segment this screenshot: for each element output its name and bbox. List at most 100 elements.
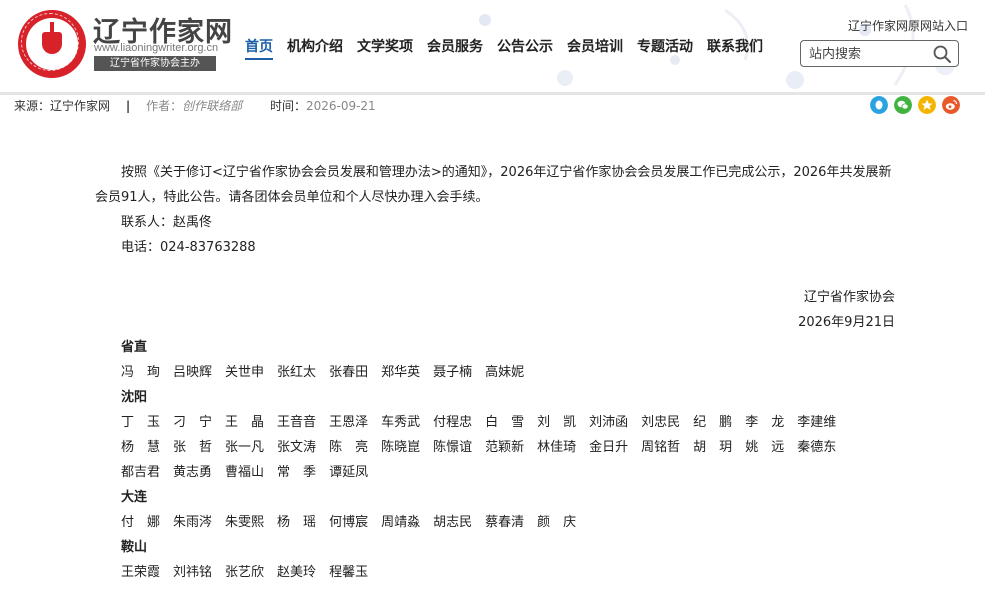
member-name: 聂子楠 xyxy=(433,365,473,380)
member-name: 刘 凯 xyxy=(537,415,577,430)
member-name: 张一凡 xyxy=(225,440,265,455)
member-name: 王音音 xyxy=(277,415,317,430)
member-name: 黄志勇 xyxy=(173,465,213,480)
author-value: 创作联络部 xyxy=(182,99,243,113)
member-name: 杨 瑶 xyxy=(277,515,317,530)
member-name: 张春田 xyxy=(329,365,369,380)
sponsor-badge: 辽宁省作家协会主办 xyxy=(94,56,216,71)
member-name: 张文涛 xyxy=(277,440,317,455)
time-value: 2026-09-21 xyxy=(305,99,376,113)
wechat-share-icon[interactable] xyxy=(894,96,912,114)
qzone-share-icon[interactable] xyxy=(918,96,936,114)
member-name: 赵美玲 xyxy=(277,565,317,580)
nav-item-awards[interactable]: 文学奖项 xyxy=(357,36,413,60)
member-name: 王荣霞 xyxy=(121,565,161,580)
member-name: 朱雯熙 xyxy=(225,515,265,530)
member-name: 杨 慧 xyxy=(121,440,161,455)
member-name: 朱雨涔 xyxy=(173,515,213,530)
member-name: 郑华英 xyxy=(381,365,421,380)
member-name: 秦德东 xyxy=(797,440,837,455)
signature-date: 2026年9月21日 xyxy=(798,315,895,330)
member-name: 常 季 xyxy=(277,465,317,480)
member-name: 纪 鹏 xyxy=(693,415,733,430)
member-name: 周靖淼 xyxy=(381,515,421,530)
member-name: 刘祎铭 xyxy=(173,565,213,580)
member-name: 胡 玥 xyxy=(693,440,733,455)
meta-separator: | xyxy=(125,99,131,113)
member-name: 张 哲 xyxy=(173,440,213,455)
nav-item-about[interactable]: 机构介绍 xyxy=(287,36,343,60)
member-name: 刁 宁 xyxy=(173,415,213,430)
member-names: 付 娜朱雨涔 朱雯熙杨 瑶何博宸 周靖淼 胡志民 蔡春清颜 庆 xyxy=(95,510,895,535)
member-name: 金日升 xyxy=(589,440,629,455)
nav-item-home[interactable]: 首页 xyxy=(245,36,273,60)
member-name: 李建维 xyxy=(797,415,837,430)
member-name: 付程忠 xyxy=(433,415,473,430)
member-name: 付 娜 xyxy=(121,515,161,530)
search-input[interactable] xyxy=(809,45,927,63)
contact-phone: 电话：024-83763288 xyxy=(121,240,256,255)
time-label: 时间： xyxy=(269,99,306,113)
member-name: 刘忠民 xyxy=(641,415,681,430)
member-name: 蔡春清 xyxy=(485,515,525,530)
member-name: 范颖新 xyxy=(485,440,525,455)
region-heading: 省直 xyxy=(121,340,148,355)
region-heading: 大连 xyxy=(121,490,148,505)
member-name: 谭延凤 xyxy=(329,465,369,480)
member-name: 李 龙 xyxy=(745,415,785,430)
member-name: 姚 远 xyxy=(745,440,785,455)
old-site-link[interactable]: 辽宁作家网原网站入口 xyxy=(848,17,968,34)
main-nav: 首页 机构介绍 文学奖项 会员服务 公告公示 会员培训 专题活动 联系我们 xyxy=(245,36,777,60)
member-name: 陈晓崑 xyxy=(381,440,421,455)
member-name: 刘沛函 xyxy=(589,415,629,430)
author-label: 作者： xyxy=(146,99,183,113)
member-name: 周铭哲 xyxy=(641,440,681,455)
member-names: 王荣霞 刘祎铭 张艺欣 赵美玲 程馨玉 xyxy=(95,560,895,585)
member-name: 冯 珣 xyxy=(121,365,161,380)
member-names: 冯 珣吕映辉 关世申 张红太 张春田 郑华英 聂子楠 高妹妮 xyxy=(95,360,895,385)
member-list: 省直冯 珣吕映辉 关世申 张红太 张春田 郑华英 聂子楠 高妹妮沈阳丁 玉刁 宁王 晶王音音… xyxy=(95,335,895,585)
qq-share-icon[interactable] xyxy=(870,96,888,114)
nav-item-announcements[interactable]: 公告公示 xyxy=(497,36,553,60)
member-name: 陈 亮 xyxy=(329,440,369,455)
logo-emblem xyxy=(26,18,78,70)
member-name: 张红太 xyxy=(277,365,317,380)
site-search xyxy=(800,40,959,67)
member-name: 高妹妮 xyxy=(485,365,525,380)
member-names: 丁 玉刁 宁王 晶王音音 王恩泽 车秀武 付程忠白 雪刘 凯刘沛函 刘忠民纪 鹏李 龙李… xyxy=(95,410,895,485)
association-logo[interactable] xyxy=(18,10,86,78)
member-name: 颜 庆 xyxy=(537,515,577,530)
member-name: 陈憬谊 xyxy=(433,440,473,455)
region-heading: 沈阳 xyxy=(121,390,148,405)
nav-item-training[interactable]: 会员培训 xyxy=(567,36,623,60)
member-name: 胡志民 xyxy=(433,515,473,530)
search-icon[interactable] xyxy=(932,44,952,64)
member-name: 白 雪 xyxy=(485,415,525,430)
article-intro: 按照《关于修订<辽宁省作家协会会员发展和管理办法>的通知》，2026年辽宁省作家… xyxy=(95,165,892,205)
member-name: 丁 玉 xyxy=(121,415,161,430)
member-name: 吕映辉 xyxy=(173,365,213,380)
article-meta: 来源：辽宁作家网 | 作者：创作联络部 时间：2026-09-21 xyxy=(14,96,972,118)
member-name: 林佳琦 xyxy=(537,440,577,455)
share-bar xyxy=(864,96,960,114)
region-heading: 鞍山 xyxy=(121,540,148,555)
member-name: 都吉君 xyxy=(121,465,161,480)
source-label: 来源： xyxy=(14,99,51,113)
member-name: 何博宸 xyxy=(329,515,369,530)
member-name: 车秀武 xyxy=(381,415,421,430)
member-name: 张艺欣 xyxy=(225,565,265,580)
nav-item-contact[interactable]: 联系我们 xyxy=(707,36,763,60)
source-value: 辽宁作家网 xyxy=(50,99,111,113)
signature-org: 辽宁省作家协会 xyxy=(803,290,895,305)
member-name: 程馨玉 xyxy=(329,565,369,580)
nav-item-member-services[interactable]: 会员服务 xyxy=(427,36,483,60)
weibo-share-icon[interactable] xyxy=(942,96,960,114)
nav-item-events[interactable]: 专题活动 xyxy=(637,36,693,60)
inkwell-icon xyxy=(42,32,62,54)
contact-person: 联系人：赵禹佟 xyxy=(121,215,213,230)
site-url: www.liaoningwriter.org.cn xyxy=(94,42,219,54)
member-name: 曹福山 xyxy=(225,465,265,480)
article-body: 按照《关于修订<辽宁省作家协会会员发展和管理办法>的通知》，2026年辽宁省作家… xyxy=(95,160,895,585)
member-name: 王 晶 xyxy=(225,415,265,430)
